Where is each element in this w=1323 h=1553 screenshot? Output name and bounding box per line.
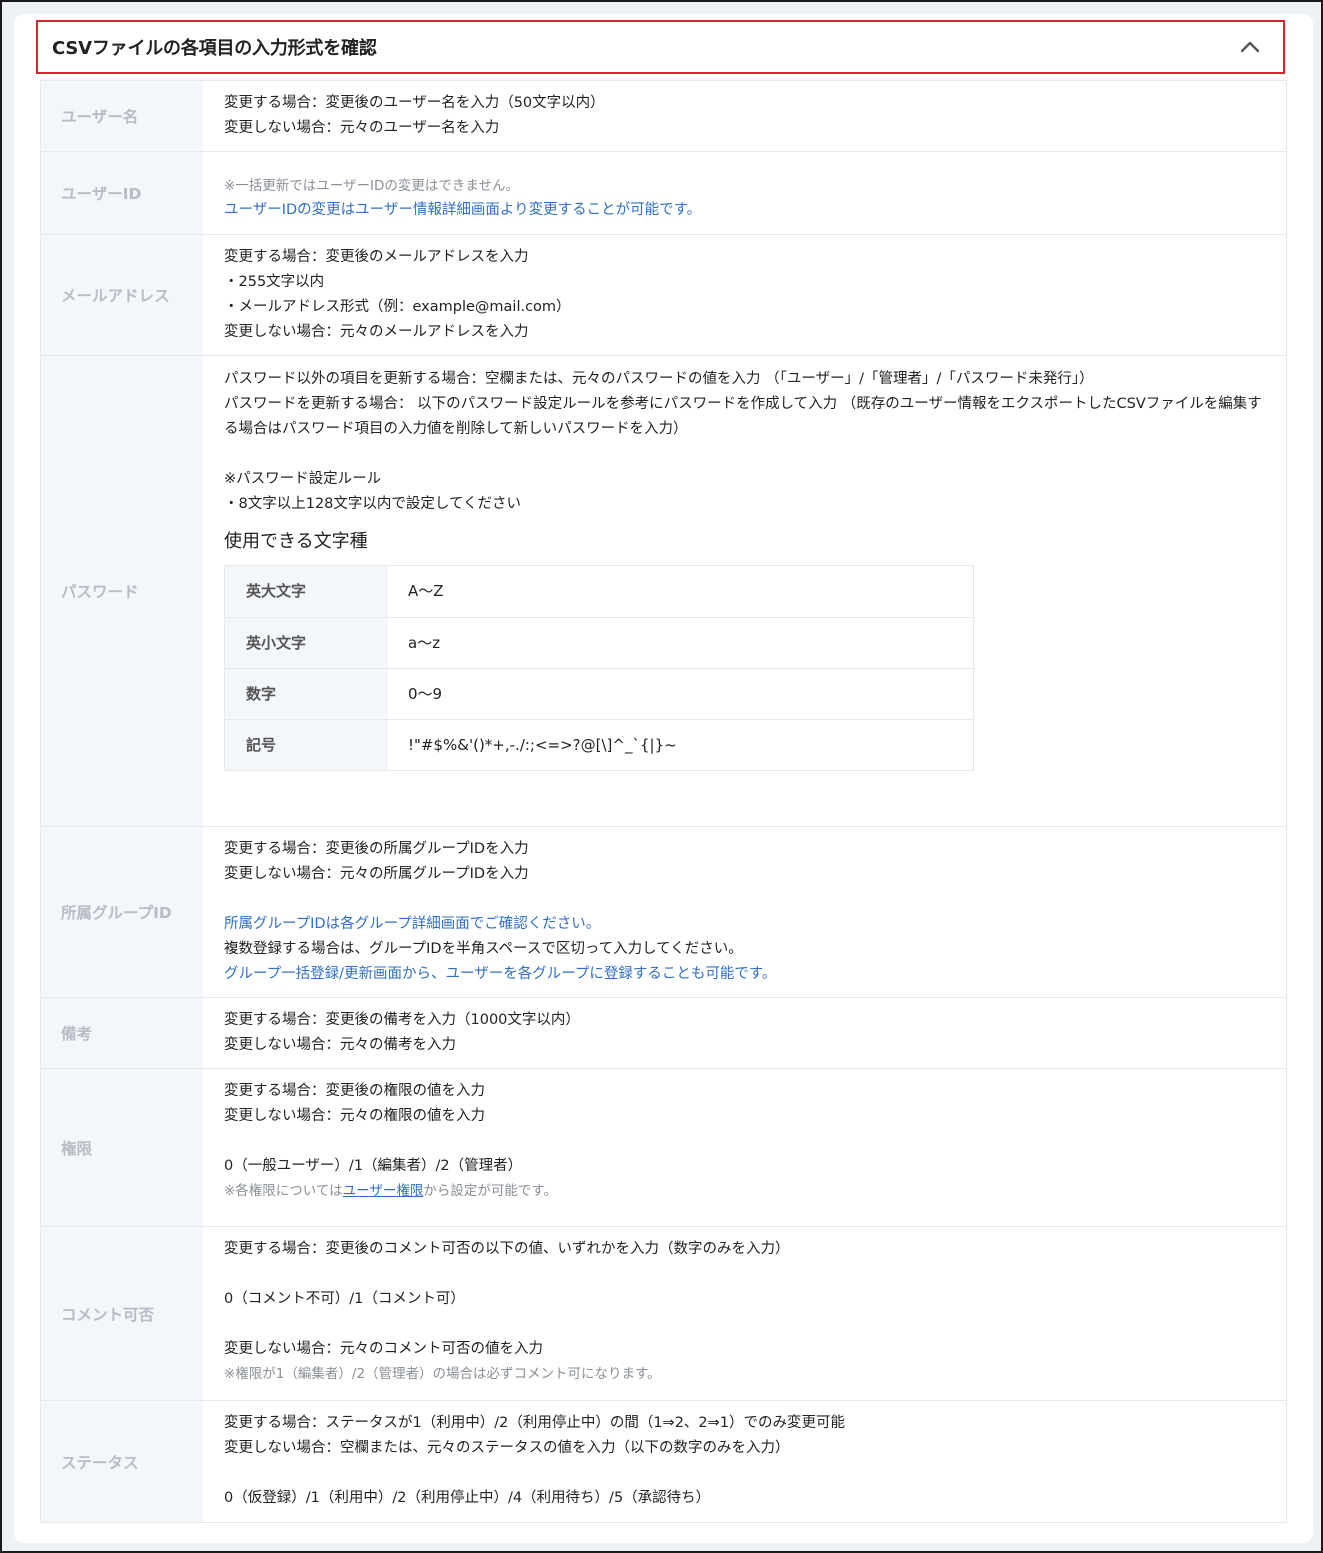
chars-label: 英小文字 (225, 618, 388, 668)
note-prefix: ※各権限については (224, 1183, 343, 1199)
text-line: 変更しない場合：空欄または、元々のステータスの値を入力（以下の数字のみを入力） (224, 1440, 790, 1456)
row-value: 変更する場合：変更後のコメント可否の以下の値、いずれかを入力（数字のみを入力） … (203, 1227, 1286, 1400)
text-line: 変更しない場合：元々の備考を入力 (224, 1037, 456, 1053)
text-line: 変更しない場合：元々の権限の値を入力 (224, 1108, 485, 1124)
row-value: 変更する場合：変更後の備考を入力（1000文字以内） 変更しない場合：元々の備考… (203, 998, 1286, 1068)
row-value: 変更する場合：変更後のメールアドレスを入力 ・255文字以内 ・メールアドレス形… (203, 235, 1286, 355)
text-line: 変更する場合：変更後の備考を入力（1000文字以内） (224, 1012, 580, 1028)
text-line: 0（仮登録）/1（利用中）/2（利用停止中）/4（利用待ち）/5（承認待ち） (224, 1490, 711, 1506)
chars-value: A〜Z (408, 582, 444, 600)
chars-value: !"#$%&'()*+,-./:;<=>?@[\]^_`{|}~ (408, 735, 677, 754)
note-suffix: から設定が可能です。 (423, 1183, 558, 1199)
row-label: 所属グループID (41, 827, 203, 997)
row-permission: 権限 変更する場合：変更後の権限の値を入力 変更しない場合：元々の権限の値を入力… (41, 1068, 1286, 1226)
field-format-table: ユーザー名 変更する場合：変更後のユーザー名を入力（50文字以内） 変更しない場… (40, 80, 1287, 1523)
chars-row: 英大文字 A〜Z (225, 566, 973, 617)
text-line: 0（一般ユーザー）/1（編集者）/2（管理者） (224, 1158, 523, 1174)
text-line: 変更する場合：ステータスが1（利用中）/2（利用停止中）の間（1⇒2、2⇒1）で… (224, 1415, 846, 1431)
text-line: 変更する場合：変更後の権限の値を入力 (224, 1083, 485, 1099)
chars-label: 記号 (225, 720, 388, 770)
text-line: 0（コメント不可）/1（コメント可） (224, 1291, 465, 1307)
text-line: 変更しない場合：元々の所属グループIDを入力 (224, 866, 529, 882)
row-comment: コメント可否 変更する場合：変更後のコメント可否の以下の値、いずれかを入力（数字… (41, 1226, 1286, 1400)
text-line: 変更しない場合：元々のコメント可否の値を入力 (224, 1341, 543, 1357)
row-label: コメント可否 (41, 1227, 203, 1400)
note-text: ※各権限についてはユーザー権限から設定が可能です。 (224, 1179, 1266, 1203)
row-label: ステータス (41, 1401, 203, 1522)
row-label: メールアドレス (41, 235, 203, 355)
text-line: 複数登録する場合は、グループIDを半角スペースで区切って入力してください。 (224, 941, 743, 957)
row-value: 変更する場合：変更後の所属グループIDを入力 変更しない場合：元々の所属グループ… (203, 827, 1286, 997)
row-email: メールアドレス 変更する場合：変更後のメールアドレスを入力 ・255文字以内 ・… (41, 234, 1286, 355)
row-userid: ユーザーID ※一括更新ではユーザーIDの変更はできません。 ユーザーIDの変更… (41, 151, 1286, 234)
row-value: 変更する場合：ステータスが1（利用中）/2（利用停止中）の間（1⇒2、2⇒1）で… (203, 1401, 1286, 1522)
row-username: ユーザー名 変更する場合：変更後のユーザー名を入力（50文字以内） 変更しない場… (41, 80, 1286, 151)
text-para: パスワード以外の項目を更新する場合：空欄または、元々のパスワードの値を入力 （「… (224, 371, 1094, 387)
row-value: パスワード以外の項目を更新する場合：空欄または、元々のパスワードの値を入力 （「… (203, 356, 1286, 826)
chars-label: 英大文字 (225, 566, 388, 617)
chars-value: a〜z (408, 633, 441, 652)
window-frame: CSVファイルの各項目の入力形式を確認 ユーザー名 変更する場合：変更後のユーザ… (0, 0, 1323, 1553)
chevron-up-icon[interactable] (1239, 36, 1261, 58)
row-password: パスワード パスワード以外の項目を更新する場合：空欄または、元々のパスワードの値… (41, 355, 1286, 826)
accordion-title: CSVファイルの各項目の入力形式を確認 (52, 38, 377, 59)
row-group: 所属グループID 変更する場合：変更後の所属グループIDを入力 変更しない場合：… (41, 826, 1286, 997)
row-label: パスワード (41, 356, 203, 826)
chars-heading: 使用できる文字種 (224, 531, 368, 552)
row-status: ステータス 変更する場合：ステータスが1（利用中）/2（利用停止中）の間（1⇒2… (41, 1400, 1286, 1522)
chars-label: 数字 (225, 669, 388, 719)
accordion-header[interactable]: CSVファイルの各項目の入力形式を確認 (36, 20, 1285, 74)
row-value: ※一括更新ではユーザーIDの変更はできません。 ユーザーIDの変更はユーザー情報… (203, 152, 1286, 234)
text-line: ※パスワード設定ルール (224, 471, 382, 487)
text-line: 変更しない場合：元々のユーザー名を入力 (224, 120, 500, 136)
chars-row: 記号 !"#$%&'()*+,-./:;<=>?@[\]^_`{|}~ (225, 719, 973, 770)
chars-table: 英大文字 A〜Z 英小文字 a〜z 数字 0〜9 記号 !"#$%&'()*+,… (224, 565, 974, 771)
note-text: ※権限が1（編集者）/2（管理者）の場合は必ずコメント可になります。 (224, 1366, 661, 1382)
row-value: 変更する場合：変更後のユーザー名を入力（50文字以内） 変更しない場合：元々のユ… (203, 81, 1286, 151)
row-label: ユーザーID (41, 152, 203, 234)
row-label: 権限 (41, 1069, 203, 1226)
group-bulk-link[interactable]: グループ一括登録/更新画面から、ユーザーを各グループに登録することも可能です。 (224, 962, 1266, 987)
text-line: 変更する場合：変更後のメールアドレスを入力 (224, 249, 529, 265)
chars-value: 0〜9 (408, 684, 443, 703)
text-line: ・255文字以内 (224, 274, 325, 290)
text-line: 変更しない場合：元々のメールアドレスを入力 (224, 324, 529, 340)
text-line: 変更する場合：変更後のコメント可否の以下の値、いずれかを入力（数字のみを入力） (224, 1241, 790, 1257)
accordion-card: CSVファイルの各項目の入力形式を確認 ユーザー名 変更する場合：変更後のユーザ… (14, 14, 1313, 1543)
row-label: ユーザー名 (41, 81, 203, 151)
text-line: ・8文字以上128文字以内で設定してください (224, 496, 522, 512)
text-para: パスワードを更新する場合： 以下のパスワード設定ルールを参考にパスワードを作成し… (224, 396, 1262, 437)
row-label: 備考 (41, 998, 203, 1068)
chars-row: 英小文字 a〜z (225, 617, 973, 668)
text-line: 変更する場合：変更後のユーザー名を入力（50文字以内） (224, 95, 605, 111)
user-permission-link[interactable]: ユーザー権限 (343, 1183, 424, 1199)
group-detail-link[interactable]: 所属グループIDは各グループ詳細画面でご確認ください。 (224, 912, 1266, 937)
text-line: ・メールアドレス形式（例：example@mail.com） (224, 299, 571, 315)
row-value: 変更する場合：変更後の権限の値を入力 変更しない場合：元々の権限の値を入力 0（… (203, 1069, 1286, 1226)
text-line: 変更する場合：変更後の所属グループIDを入力 (224, 841, 529, 857)
user-detail-link[interactable]: ユーザーIDの変更はユーザー情報詳細画面より変更することが可能です。 (224, 198, 1266, 223)
chars-row: 数字 0〜9 (225, 668, 973, 719)
row-remarks: 備考 変更する場合：変更後の備考を入力（1000文字以内） 変更しない場合：元々… (41, 997, 1286, 1068)
note-text: ※一括更新ではユーザーIDの変更はできません。 (224, 178, 520, 194)
